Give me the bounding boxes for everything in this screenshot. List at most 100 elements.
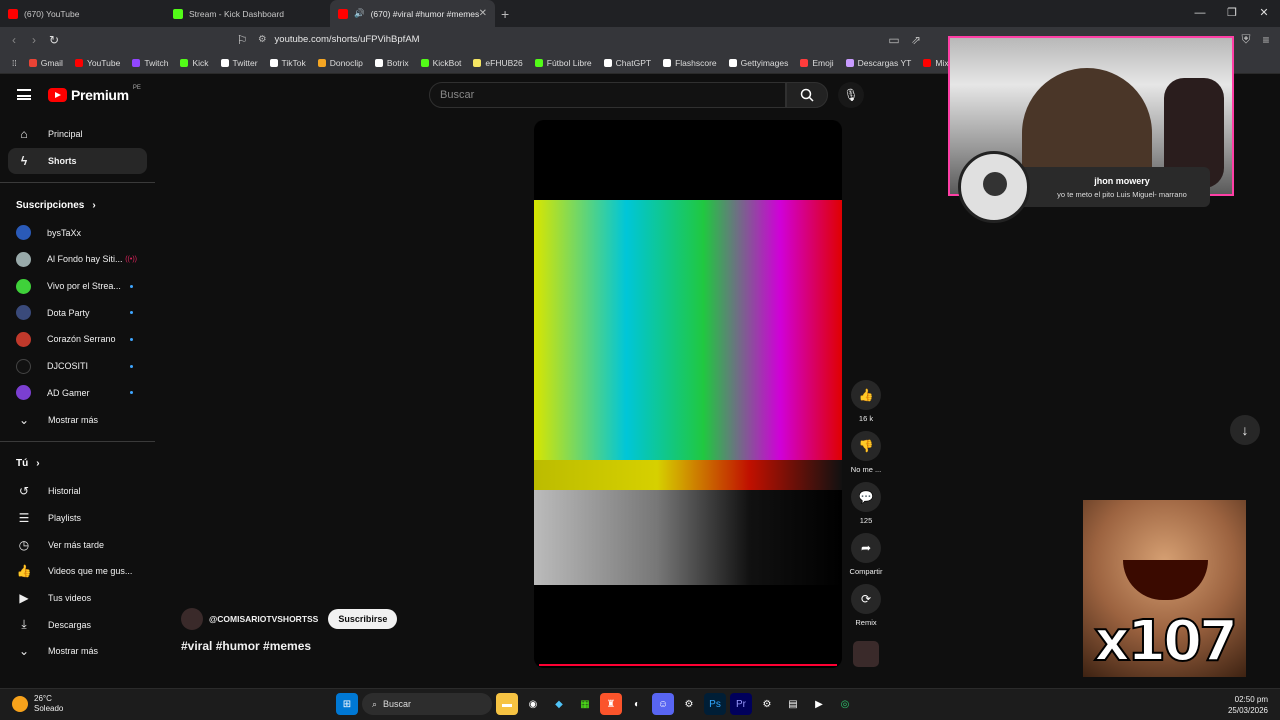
sidebar-item-subscription[interactable]: bysTaXx [0, 219, 155, 246]
bookmark[interactable]: eFHUB26 [467, 58, 528, 68]
bookmark[interactable]: Flashscore [657, 58, 723, 68]
discord-icon[interactable]: ☺ [652, 693, 674, 715]
edge-icon[interactable]: ◎ [834, 693, 856, 715]
photoshop-icon[interactable]: Ps [704, 693, 726, 715]
apps-icon[interactable]: ⁞⁞ [6, 58, 23, 68]
settings-icon[interactable]: ⚙ [756, 693, 778, 715]
channel-avatar[interactable] [181, 608, 203, 630]
windows-taskbar: 26°C Soleado ⊞ ⌕ Buscar ▬ ◉ ◆ ▦ ♜ ◐ ☺ ⚙ P… [0, 688, 1280, 720]
bookmark[interactable]: Kick [174, 58, 214, 68]
taskbar-search[interactable]: ⌕ Buscar [362, 693, 492, 715]
channel-name[interactable]: @COMISARIOTVSHORTSS [209, 614, 318, 624]
dislike-action[interactable]: 👎 No me ... [845, 431, 887, 474]
share-action[interactable]: ➦ Compartir [845, 533, 887, 576]
sidebar-item-subscription[interactable]: Al Fondo hay Siti... ((•)) [0, 246, 155, 273]
bookmark[interactable]: Donoclip [312, 58, 369, 68]
bookmark[interactable]: KickBot [415, 58, 468, 68]
youtube-premium-logo[interactable]: Premium PE [48, 85, 141, 103]
like-action[interactable]: 👍 16 k [845, 380, 887, 423]
brave-browser-icon[interactable]: ♜ [600, 693, 622, 715]
bookmark-label: Descargas YT [857, 57, 912, 68]
show-more-button[interactable]: ⌄ Mostrar más [0, 406, 155, 433]
sound-channel-thumbnail[interactable] [853, 641, 879, 667]
back-icon[interactable]: ‹ [4, 33, 24, 47]
subscriptions-header[interactable]: Suscripciones › [0, 191, 155, 219]
sidebar-item-subscription[interactable]: DJCOSITI [0, 353, 155, 380]
media-player-icon[interactable]: ▶ [808, 693, 830, 715]
obs-icon[interactable]: ◉ [522, 693, 544, 715]
bookmark[interactable]: Fútbol Libre [529, 58, 598, 68]
media-icon[interactable]: ◐ [626, 693, 648, 715]
bookmark[interactable]: Botrix [369, 58, 415, 68]
hamburger-menu-icon[interactable] [17, 89, 31, 100]
bookmark-label: Donoclip [329, 57, 363, 68]
browser-tab[interactable]: (670) YouTube [0, 0, 165, 27]
video-progress-bar[interactable] [539, 664, 837, 666]
bookmark[interactable]: YouTube [69, 58, 126, 68]
bookmark[interactable]: TikTok [264, 58, 312, 68]
comment-icon[interactable]: 💬 [851, 482, 881, 512]
shield-icon[interactable]: ⛨ [1236, 32, 1256, 47]
premiere-icon[interactable]: Pr [730, 693, 752, 715]
sidebar-item-subscription[interactable]: Dota Party [0, 299, 155, 326]
sidebar-item-watch-later[interactable]: ◷ Ver más tarde [0, 531, 155, 558]
bookmark[interactable]: ChatGPT [598, 58, 657, 68]
sidebar-item-history[interactable]: ↺ Historial [0, 478, 155, 505]
sidebar-item-home[interactable]: ⌂ Principal [0, 121, 155, 148]
forward-icon[interactable]: › [24, 33, 44, 47]
reload-icon[interactable]: ↻ [44, 33, 64, 47]
kick-app-icon[interactable]: ▦ [574, 693, 596, 715]
system-clock[interactable]: 02:50 pm 25/03/2026 [1228, 694, 1268, 716]
url-field[interactable]: ⚙ youtube.com/shorts/uFPVihBpfAM [258, 30, 958, 49]
search-input[interactable]: Buscar [429, 82, 786, 108]
next-short-button[interactable]: ↓ [1230, 415, 1260, 445]
weather-widget[interactable]: 26°C Soleado [12, 694, 63, 714]
browser-tab-active[interactable]: 🔊 (670) #viral #humor #memes ✕ [330, 0, 495, 27]
thumbs-down-icon[interactable]: 👎 [851, 431, 881, 461]
comments-action[interactable]: 💬 125 [845, 482, 887, 525]
minimize-icon[interactable]: — [1184, 0, 1216, 27]
close-tab-icon[interactable]: ✕ [479, 8, 487, 19]
share-icon[interactable]: ⇗ [906, 33, 926, 47]
you-header[interactable]: Tú › [0, 450, 155, 478]
search-button[interactable] [786, 82, 828, 108]
app-icon[interactable]: ◆ [548, 693, 570, 715]
maximize-icon[interactable]: ❐ [1216, 0, 1248, 27]
steam-icon[interactable]: ⚙ [678, 693, 700, 715]
remix-action[interactable]: ⟳ Remix [845, 584, 887, 627]
windows-start-icon[interactable]: ⊞ [336, 693, 358, 715]
bookmark[interactable]: Gettyimages [723, 58, 795, 68]
mic-button[interactable]: 🎙 [838, 82, 864, 108]
bookmark-icon[interactable]: ⚐ [232, 33, 252, 47]
sidebar-item-your-videos[interactable]: ▶ Tus videos [0, 585, 155, 612]
show-more-button[interactable]: ⌄ Mostrar más [0, 638, 155, 665]
bookmark[interactable]: Emoji [794, 58, 839, 68]
new-tab-icon[interactable]: + [501, 6, 509, 22]
thumbs-up-icon[interactable]: 👍 [851, 380, 881, 410]
share-icon[interactable]: ➦ [851, 533, 881, 563]
sidebar-item-playlists[interactable]: ☰ Playlists [0, 505, 155, 532]
browser-tab-bar: (670) YouTube Stream - Kick Dashboard 🔊 … [0, 0, 1280, 27]
cast-icon[interactable]: ▭ [884, 33, 904, 47]
shorts-video-player[interactable] [534, 120, 842, 668]
sidebar-item-subscription[interactable]: AD Gamer [0, 380, 155, 407]
site-info-icon[interactable]: ⚙ [258, 34, 267, 45]
remix-icon[interactable]: ⟳ [851, 584, 881, 614]
sidebar-item-label: Al Fondo hay Siti... [47, 254, 123, 265]
close-window-icon[interactable]: ✕ [1248, 0, 1280, 27]
short-title[interactable]: #viral #humor #memes [181, 639, 311, 653]
sidebar-item-downloads[interactable]: ⤓ Descargas [0, 611, 155, 638]
bookmark[interactable]: Descargas YT [840, 58, 918, 68]
sidebar-item-subscription[interactable]: Corazón Serrano [0, 326, 155, 353]
subscribe-button[interactable]: Suscribirse [328, 609, 398, 629]
calculator-icon[interactable]: ▤ [782, 693, 804, 715]
sidebar-item-shorts[interactable]: ϟ Shorts [8, 147, 147, 175]
sidebar-item-liked[interactable]: 👍 Videos que me gus... [0, 558, 155, 585]
bookmark[interactable]: Gmail [23, 58, 69, 68]
browser-tab[interactable]: Stream - Kick Dashboard [165, 0, 330, 27]
file-explorer-icon[interactable]: ▬ [496, 693, 518, 715]
bookmark[interactable]: Twitter [215, 58, 264, 68]
browser-menu-icon[interactable]: ≡ [1256, 33, 1276, 47]
sidebar-item-subscription[interactable]: Vivo por el Strea... [0, 273, 155, 300]
bookmark[interactable]: Twitch [126, 58, 174, 68]
